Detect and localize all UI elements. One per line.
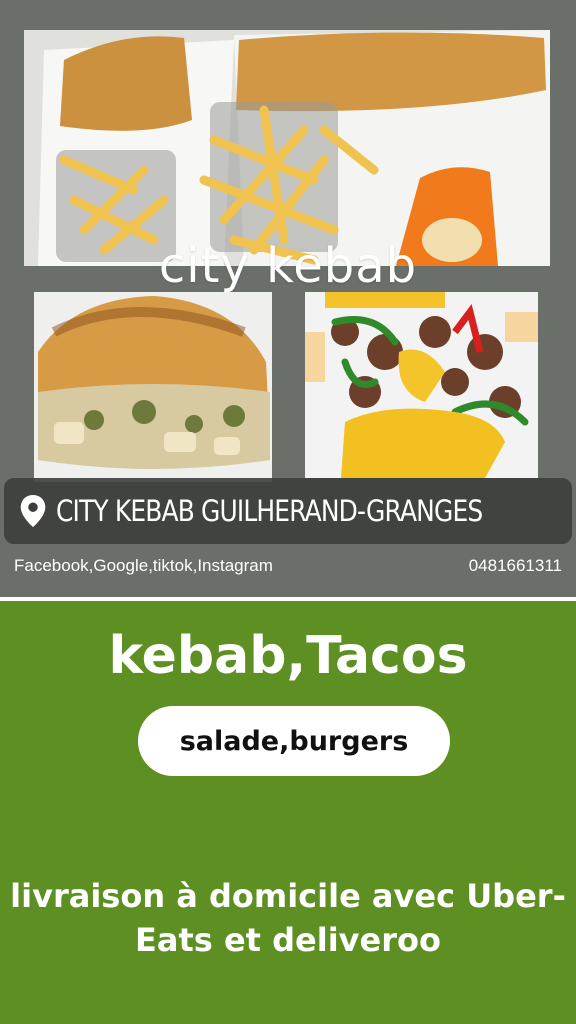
phone-number: 0481661311	[468, 556, 562, 575]
location-banner: CITY KEBAB GUILHERAND-GRANGES	[4, 478, 572, 544]
menu-headline: kebab,Tacos	[108, 626, 468, 686]
photo-collage: city kebab CITY KEBAB GUILHERAND-GRANGES…	[0, 0, 576, 598]
kebab-wrap-photo	[34, 292, 272, 482]
kebab-fries-photo	[24, 30, 550, 266]
meat-cheese-photo	[305, 292, 538, 478]
social-networks: Facebook,Google,tiktok,Instagram	[14, 556, 273, 575]
brand-title: city kebab	[158, 238, 418, 294]
menu-secondary-pill: salade,burgers	[138, 706, 450, 776]
location-pin-icon	[20, 494, 46, 528]
delivery-line-1: livraison à domicile avec Uber-	[10, 877, 566, 915]
delivery-info: livraison à domicile avec Uber- Eats et …	[0, 874, 576, 962]
section-divider	[0, 597, 576, 601]
menu-secondary-text: salade,burgers	[179, 725, 409, 757]
location-name: CITY KEBAB GUILHERAND-GRANGES	[56, 494, 483, 528]
delivery-line-2: Eats et deliveroo	[135, 921, 441, 959]
contact-row: Facebook,Google,tiktok,Instagram 0481661…	[14, 556, 562, 576]
